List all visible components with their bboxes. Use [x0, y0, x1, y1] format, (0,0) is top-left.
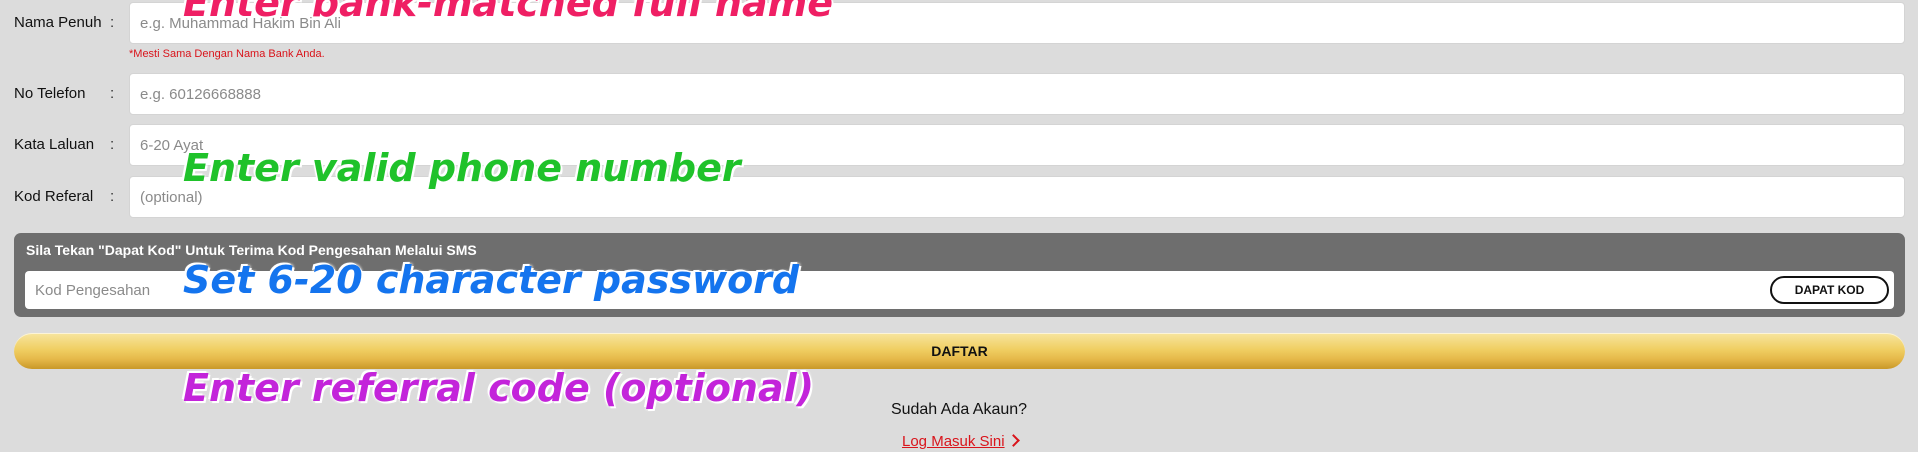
full-name-row: Nama Penuh :: [14, 2, 1905, 44]
password-label: Kata Laluan: [14, 136, 95, 153]
otp-instruction: Sila Tekan "Dapat Kod" Untuk Terima Kod …: [26, 242, 477, 258]
phone-row: No Telefon :: [14, 73, 1905, 115]
registration-form: Nama Penuh : *Mesti Sama Dengan Nama Ban…: [0, 0, 1918, 452]
referral-colon: :: [110, 188, 115, 205]
phone-input[interactable]: [129, 73, 1905, 115]
login-link-label: Log Masuk Sini: [902, 433, 1005, 450]
password-row: Kata Laluan :: [14, 124, 1905, 166]
login-link[interactable]: Log Masuk Sini: [902, 433, 1020, 450]
referral-label: Kod Referal: [14, 188, 94, 205]
full-name-input[interactable]: [129, 2, 1905, 44]
full-name-colon: :: [110, 14, 115, 31]
login-question: Sudah Ada Akaun?: [890, 401, 1028, 418]
full-name-note: *Mesti Sama Dengan Nama Bank Anda.: [129, 48, 325, 60]
referral-input[interactable]: [129, 176, 1905, 218]
register-button[interactable]: DAFTAR: [14, 333, 1905, 369]
otp-input[interactable]: [25, 271, 1525, 309]
otp-field-box: DAPAT KOD: [25, 271, 1894, 309]
otp-panel: Sila Tekan "Dapat Kod" Untuk Terima Kod …: [14, 233, 1905, 317]
password-input[interactable]: [129, 124, 1905, 166]
get-code-button[interactable]: DAPAT KOD: [1770, 276, 1889, 304]
chevron-right-icon: [1006, 434, 1020, 447]
full-name-label: Nama Penuh: [14, 14, 102, 31]
phone-label: No Telefon: [14, 85, 86, 102]
referral-row: Kod Referal :: [14, 176, 1905, 218]
phone-colon: :: [110, 85, 115, 102]
password-colon: :: [110, 136, 115, 153]
